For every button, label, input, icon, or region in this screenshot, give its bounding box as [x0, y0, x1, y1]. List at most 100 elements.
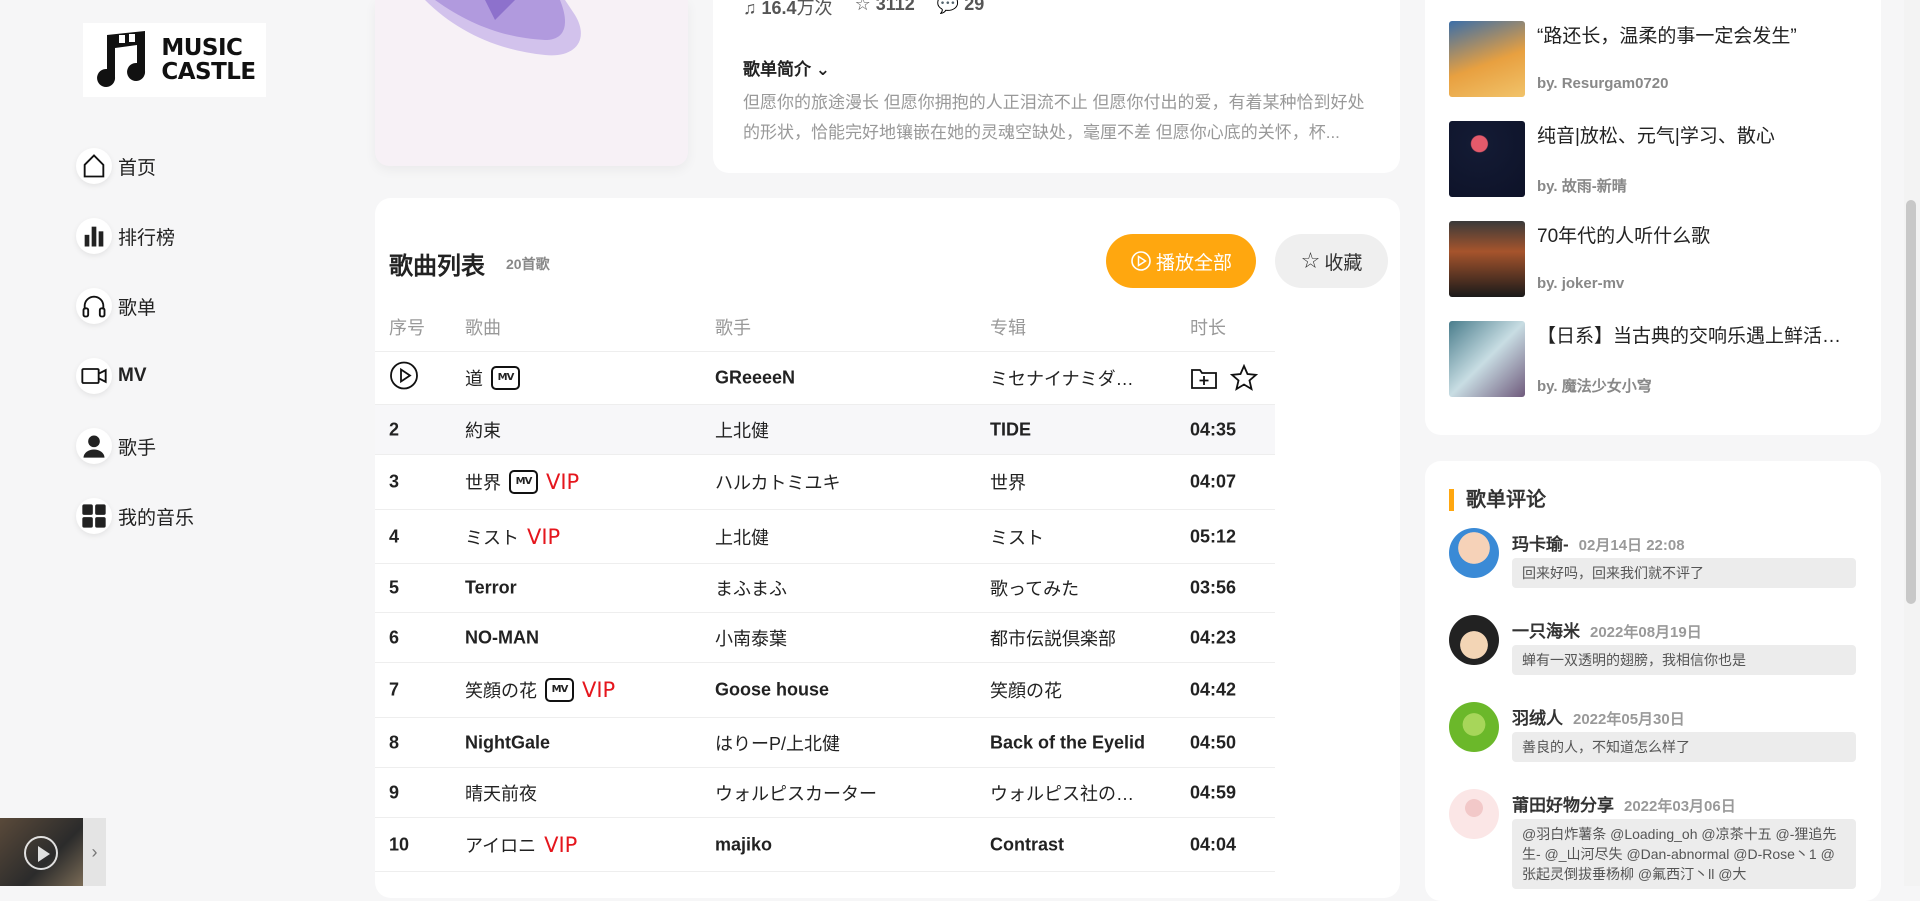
- song-album[interactable]: 都市伝説倶楽部: [990, 625, 1150, 651]
- song-name-cell[interactable]: アイロニ VIP: [465, 832, 577, 858]
- table-row[interactable]: 4 ミスト VIP 上北健 ミスト 05:12: [375, 510, 1275, 564]
- comment-author[interactable]: 羽绒人: [1512, 709, 1563, 728]
- song-artist[interactable]: ハルカトミユキ: [715, 469, 955, 495]
- nav-label: 排行榜: [118, 227, 176, 249]
- song-name-cell[interactable]: 世界 MV VIP: [465, 469, 579, 495]
- comment-author[interactable]: 一只海米: [1512, 622, 1580, 641]
- add-to-folder-icon[interactable]: [1190, 366, 1218, 390]
- recommend-item[interactable]: 【日系】当古典的交响乐遇上鲜活… by. 魔法少女小穹: [1449, 321, 1869, 397]
- mini-player[interactable]: ›: [0, 818, 106, 886]
- song-name-cell[interactable]: ミスト VIP: [465, 524, 560, 550]
- nav-item-home[interactable]: 首页: [76, 148, 156, 184]
- recommend-item[interactable]: “路还长，温柔的事一定会发生” by. Resurgam0720: [1449, 21, 1869, 97]
- playlist-cover: [375, 0, 688, 166]
- mv-badge-icon[interactable]: MV: [491, 366, 520, 390]
- song-name[interactable]: ミスト: [465, 524, 519, 550]
- avatar[interactable]: [1449, 528, 1499, 578]
- plays-stat: ♫ 16.4万次: [743, 0, 833, 18]
- song-name[interactable]: 道: [465, 365, 483, 391]
- song-album[interactable]: ミセナイナミダハ…: [990, 365, 1150, 391]
- logo[interactable]: MUSIC CASTLE: [83, 23, 266, 97]
- mv-badge-icon[interactable]: MV: [545, 678, 574, 702]
- table-row[interactable]: 7 笑顔の花 MV VIP Goose house 笑顔の花 04:42: [375, 663, 1275, 718]
- nav-item-singer[interactable]: 歌手: [76, 428, 156, 464]
- song-name[interactable]: アイロニ: [465, 832, 536, 858]
- comment-author[interactable]: 玛卡瑜-: [1512, 535, 1569, 554]
- comment-date: 2022年08月19日: [1590, 624, 1702, 641]
- play-icon[interactable]: [24, 836, 58, 870]
- recommend-cover[interactable]: [1449, 21, 1525, 97]
- song-name-cell[interactable]: NightGale: [465, 732, 550, 753]
- song-name-cell[interactable]: 晴天前夜: [465, 780, 537, 806]
- avatar[interactable]: [1449, 615, 1499, 665]
- song-name[interactable]: 世界: [465, 469, 501, 495]
- song-artist[interactable]: まふまふ: [715, 575, 955, 601]
- song-name[interactable]: 晴天前夜: [465, 780, 537, 806]
- table-row[interactable]: 5 Terror まふまふ 歌ってみた 03:56: [375, 564, 1275, 613]
- table-row[interactable]: 3 世界 MV VIP ハルカトミユキ 世界 04:07: [375, 455, 1275, 510]
- play-all-button[interactable]: 播放全部: [1106, 234, 1256, 288]
- person-icon: [76, 428, 112, 464]
- recommend-item[interactable]: 纯音|放松、元气|学习、散心 by. 故雨-新晴: [1449, 121, 1869, 197]
- recommend-title[interactable]: 70年代的人听什么歌: [1537, 221, 1867, 248]
- nav-item-my-music[interactable]: 我的音乐: [76, 498, 194, 534]
- song-name-cell[interactable]: 道 MV: [465, 365, 520, 391]
- collect-button[interactable]: ☆ 收藏: [1275, 234, 1388, 288]
- avatar[interactable]: [1449, 789, 1499, 839]
- chevron-right-icon[interactable]: ›: [83, 818, 106, 886]
- table-row[interactable]: 10 アイロニ VIP majiko Contrast 04:04: [375, 818, 1275, 872]
- recommend-title[interactable]: 纯音|放松、元气|学习、散心: [1537, 121, 1867, 148]
- table-row[interactable]: 6 NO-MAN 小南泰葉 都市伝説倶楽部 04:23: [375, 613, 1275, 663]
- nav-item-ranking[interactable]: 排行榜: [76, 218, 175, 254]
- nav-item-mv[interactable]: MV: [76, 358, 147, 394]
- song-name[interactable]: Terror: [465, 578, 517, 599]
- song-artist[interactable]: 小南泰葉: [715, 625, 955, 651]
- mini-player-cover[interactable]: [0, 818, 83, 886]
- song-name[interactable]: 約束: [465, 417, 501, 443]
- song-album[interactable]: Contrast: [990, 834, 1150, 855]
- table-row[interactable]: 道 MV GReeeeN ミセナイナミダハ…: [375, 352, 1275, 405]
- header-album: 专辑: [990, 318, 1026, 338]
- table-row[interactable]: 8 NightGale はりーP/上北健 Back of the Eyelid 04:5…: [375, 718, 1275, 768]
- song-album[interactable]: 笑顔の花: [990, 677, 1150, 703]
- recommend-item[interactable]: 70年代的人听什么歌 by. joker-mv: [1449, 221, 1869, 297]
- avatar[interactable]: [1449, 702, 1499, 752]
- recommend-title[interactable]: “路还长，温柔的事一定会发生”: [1537, 21, 1867, 48]
- song-album[interactable]: TIDE: [990, 419, 1150, 440]
- song-album[interactable]: Back of the Eyelid: [990, 732, 1150, 753]
- song-artist[interactable]: GReeeeN: [715, 368, 955, 389]
- song-name[interactable]: 笑顔の花: [465, 677, 537, 703]
- song-artist[interactable]: ウォルピスカーター: [715, 780, 955, 806]
- song-name[interactable]: NO-MAN: [465, 627, 539, 648]
- song-name-cell[interactable]: NO-MAN: [465, 627, 539, 648]
- song-artist[interactable]: 上北健: [715, 417, 955, 443]
- song-artist[interactable]: はりーP/上北健: [715, 730, 955, 756]
- mv-badge-icon[interactable]: MV: [509, 470, 538, 494]
- comment-author[interactable]: 莆田好物分享: [1512, 796, 1614, 815]
- intro-toggle[interactable]: 歌单简介 ⌄: [743, 55, 830, 80]
- vip-badge: VIP: [546, 470, 580, 494]
- song-album[interactable]: ミスト: [990, 524, 1150, 550]
- nav-item-playlist[interactable]: 歌单: [76, 288, 156, 324]
- song-artist[interactable]: 上北健: [715, 524, 955, 550]
- song-artist[interactable]: majiko: [715, 834, 955, 855]
- song-artist[interactable]: Goose house: [715, 680, 955, 701]
- song-name[interactable]: NightGale: [465, 732, 550, 753]
- song-name-cell[interactable]: Terror: [465, 578, 517, 599]
- table-row[interactable]: 2 約束 上北健 TIDE 04:35: [375, 405, 1275, 455]
- recommend-cover[interactable]: [1449, 221, 1525, 297]
- song-album[interactable]: 歌ってみた: [990, 575, 1150, 601]
- recommend-title[interactable]: 【日系】当古典的交响乐遇上鲜活…: [1537, 321, 1867, 348]
- comment-text: 蝉有一双透明的翅膀，我相信你也是: [1512, 645, 1856, 675]
- recommend-panel: “路还长，温柔的事一定会发生” by. Resurgam0720 纯音|放松、元…: [1425, 0, 1881, 435]
- star-icon[interactable]: [1230, 364, 1258, 392]
- song-name-cell[interactable]: 約束: [465, 417, 501, 443]
- play-circle-icon[interactable]: [389, 361, 419, 396]
- song-album[interactable]: ウォルピス社の提…: [990, 780, 1150, 806]
- recommend-cover[interactable]: [1449, 121, 1525, 197]
- song-name-cell[interactable]: 笑顔の花 MV VIP: [465, 677, 615, 703]
- table-row[interactable]: 9 晴天前夜 ウォルピスカーター ウォルピス社の提… 04:59: [375, 768, 1275, 818]
- scrollbar-thumb[interactable]: [1906, 200, 1916, 604]
- song-album[interactable]: 世界: [990, 469, 1150, 495]
- recommend-cover[interactable]: [1449, 321, 1525, 397]
